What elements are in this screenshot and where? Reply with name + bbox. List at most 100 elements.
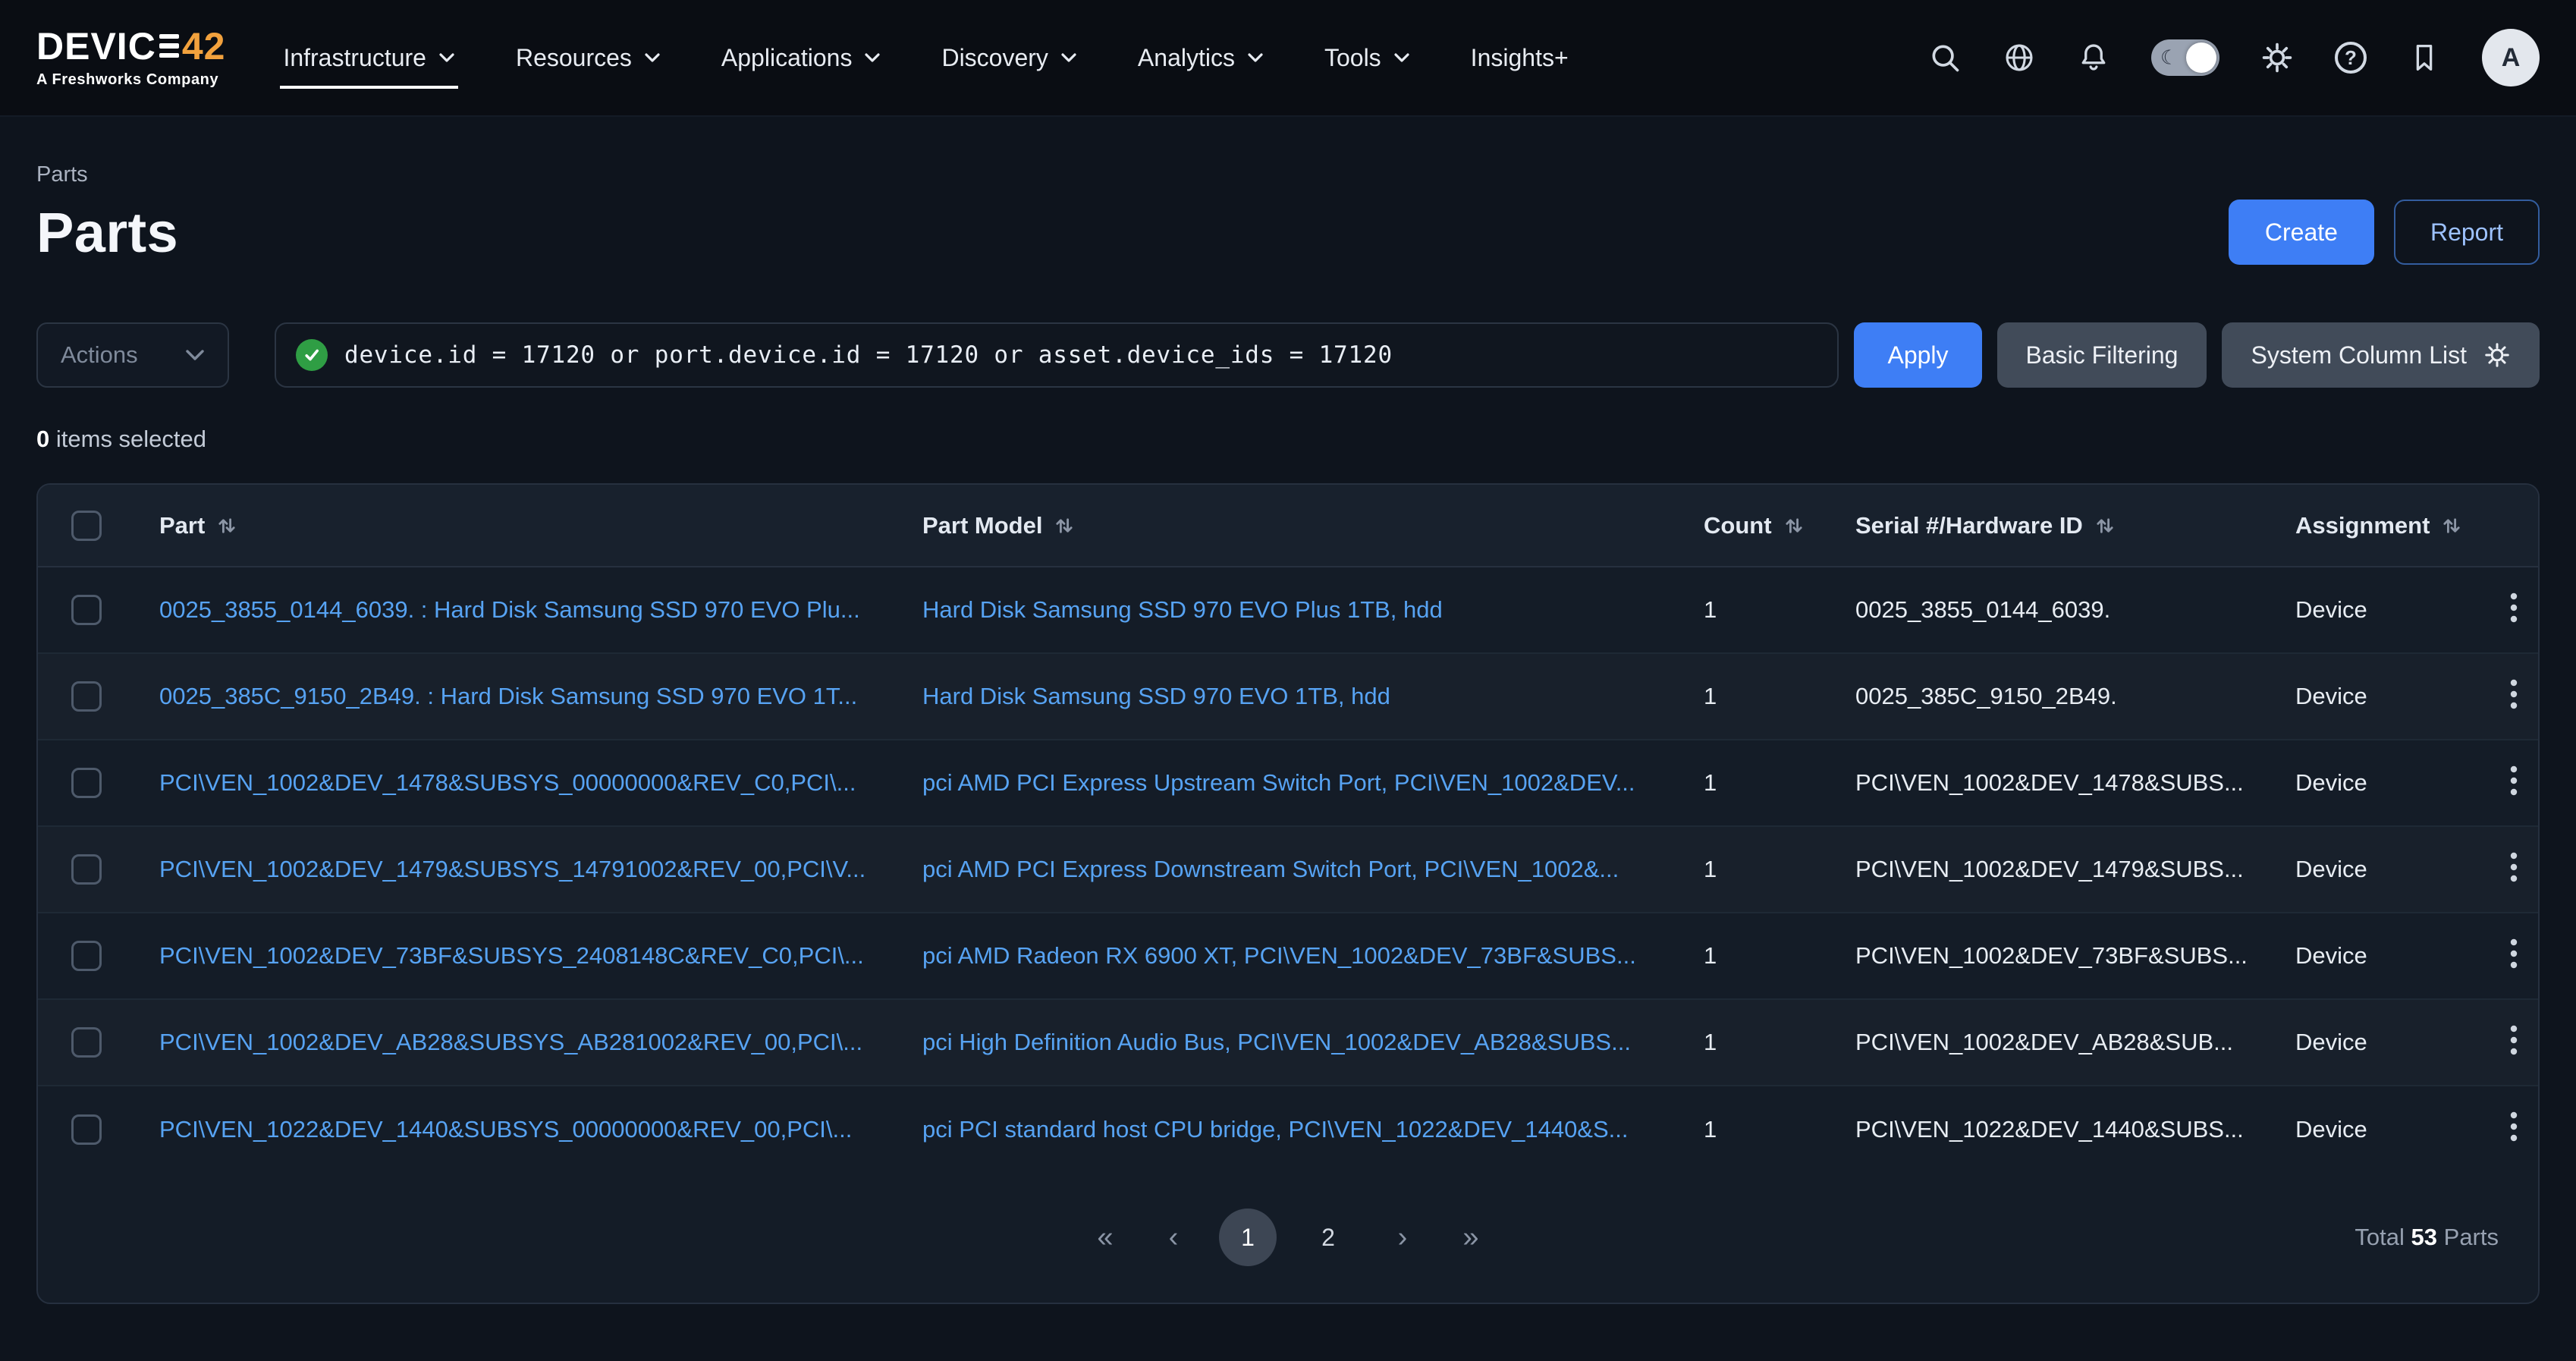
part-link[interactable]: PCI\VEN_1002&DEV_1479&SUBSYS_14791002&RE… (159, 856, 865, 882)
part-link[interactable]: 0025_385C_9150_2B49. : Hard Disk Samsung… (159, 683, 857, 709)
row-checkbox[interactable] (71, 768, 102, 798)
globe-icon (2003, 41, 2036, 74)
report-button[interactable]: Report (2394, 200, 2540, 265)
actions-dropdown[interactable]: Actions (36, 322, 229, 388)
page-title: Parts (36, 200, 178, 265)
row-menu-button[interactable] (2496, 1104, 2531, 1155)
topbar-actions: ☾ ? A (1928, 29, 2540, 86)
table-row: 0025_385C_9150_2B49. : Hard Disk Samsung… (38, 653, 2540, 740)
part-model-link[interactable]: pci AMD Radeon RX 6900 XT, PCI\VEN_1002&… (922, 942, 1636, 969)
chevron-down-icon (1247, 52, 1264, 63)
system-column-list-button[interactable]: System Column List (2222, 322, 2540, 388)
row-checkbox[interactable] (71, 1027, 102, 1058)
kebab-icon (2510, 1025, 2518, 1055)
nav-item-discovery[interactable]: Discovery (938, 27, 1079, 89)
gear-icon (2483, 341, 2511, 369)
part-link[interactable]: PCI\VEN_1002&DEV_AB28&SUBSYS_AB281002&RE… (159, 1029, 862, 1055)
nav-item-insights[interactable]: Insights+ (1468, 27, 1572, 89)
part-count: 1 (1676, 740, 1828, 826)
part-serial: PCI\VEN_1002&DEV_73BF&SUBS... (1828, 913, 2268, 999)
part-serial: PCI\VEN_1022&DEV_1440&SUBS... (1828, 1086, 2268, 1172)
search-icon (1928, 41, 1962, 74)
part-link[interactable]: 0025_3855_0144_6039. : Hard Disk Samsung… (159, 596, 860, 623)
create-button[interactable]: Create (2229, 200, 2374, 265)
row-menu-button[interactable] (2496, 1017, 2531, 1068)
bookmarks-button[interactable] (2408, 41, 2441, 74)
theme-toggle[interactable]: ☾ (2151, 39, 2219, 76)
row-menu-button[interactable] (2496, 931, 2531, 982)
part-link[interactable]: PCI\VEN_1022&DEV_1440&SUBSYS_00000000&RE… (159, 1116, 852, 1143)
filter-query-input[interactable] (344, 341, 1817, 369)
table-header-row: Part Part Model Count Serial #/Hardware … (38, 485, 2540, 567)
sort-icon (1784, 516, 1804, 536)
question-mark-icon: ? (2335, 42, 2367, 74)
select-all-checkbox[interactable] (71, 511, 102, 541)
row-menu-button[interactable] (2496, 758, 2531, 809)
part-assignment: Device (2268, 740, 2496, 826)
part-link[interactable]: PCI\VEN_1002&DEV_73BF&SUBSYS_2408148C&RE… (159, 942, 864, 969)
parts-table-card: Part Part Model Count Serial #/Hardware … (36, 483, 2540, 1304)
settings-button[interactable] (2260, 41, 2294, 74)
nav-item-applications[interactable]: Applications (718, 27, 884, 89)
nav-item-infrastructure[interactable]: Infrastructure (280, 27, 458, 89)
column-header-assignment[interactable]: Assignment (2295, 512, 2461, 539)
parts-table: Part Part Model Count Serial #/Hardware … (38, 485, 2540, 1172)
part-model-link[interactable]: Hard Disk Samsung SSD 970 EVO 1TB, hdd (922, 683, 1390, 709)
row-checkbox[interactable] (71, 1114, 102, 1145)
chevron-down-icon (1393, 52, 1410, 63)
row-menu-button[interactable] (2496, 844, 2531, 895)
row-checkbox[interactable] (71, 854, 102, 885)
part-assignment: Device (2268, 913, 2496, 999)
sort-icon (1054, 516, 1074, 536)
selected-count: 0 (36, 426, 49, 452)
column-header-count[interactable]: Count (1704, 512, 1804, 539)
first-page-button[interactable]: « (1082, 1209, 1128, 1266)
logo-prefix: DEVIC (36, 27, 156, 65)
part-assignment: Device (2268, 567, 2496, 653)
part-model-link[interactable]: Hard Disk Samsung SSD 970 EVO Plus 1TB, … (922, 596, 1443, 623)
column-header-part-model[interactable]: Part Model (922, 512, 1074, 539)
kebab-icon (2510, 852, 2518, 882)
part-count: 1 (1676, 653, 1828, 740)
column-header-serial[interactable]: Serial #/Hardware ID (1855, 512, 2115, 539)
notifications-button[interactable] (2077, 41, 2110, 74)
chevron-down-icon (438, 52, 455, 63)
row-checkbox[interactable] (71, 941, 102, 971)
part-count: 1 (1676, 913, 1828, 999)
part-assignment: Device (2268, 1086, 2496, 1172)
table-row: PCI\VEN_1022&DEV_1440&SUBSYS_00000000&RE… (38, 1086, 2540, 1172)
avatar[interactable]: A (2482, 29, 2540, 86)
selected-label: items selected (56, 426, 206, 452)
basic-filtering-button[interactable]: Basic Filtering (1997, 322, 2207, 388)
sort-icon (2442, 516, 2461, 536)
row-checkbox[interactable] (71, 595, 102, 625)
column-header-part[interactable]: Part (159, 512, 237, 539)
globe-button[interactable] (2003, 41, 2036, 74)
nav-item-analytics[interactable]: Analytics (1135, 27, 1267, 89)
sort-icon (2095, 516, 2115, 536)
nav-item-tools[interactable]: Tools (1321, 27, 1413, 89)
prev-page-button[interactable]: ‹ (1151, 1209, 1196, 1266)
help-button[interactable]: ? (2335, 42, 2367, 74)
row-menu-button[interactable] (2496, 585, 2531, 636)
logo-number: 42 (182, 27, 226, 65)
table-row: PCI\VEN_1002&DEV_1479&SUBSYS_14791002&RE… (38, 826, 2540, 913)
part-model-link[interactable]: pci AMD PCI Express Downstream Switch Po… (922, 856, 1619, 882)
filter-query-box (275, 322, 1839, 388)
device42-logo[interactable]: DEVIC 42 A Freshworks Company (36, 27, 225, 89)
sort-icon (217, 516, 237, 536)
page-button-2[interactable]: 2 (1299, 1209, 1357, 1266)
search-button[interactable] (1928, 41, 1962, 74)
nav-item-resources[interactable]: Resources (513, 27, 664, 89)
last-page-button[interactable]: » (1448, 1209, 1494, 1266)
part-assignment: Device (2268, 999, 2496, 1086)
next-page-button[interactable]: › (1380, 1209, 1425, 1266)
part-model-link[interactable]: pci AMD PCI Express Upstream Switch Port… (922, 769, 1635, 796)
row-menu-button[interactable] (2496, 671, 2531, 722)
page-button-1[interactable]: 1 (1219, 1209, 1277, 1266)
row-checkbox[interactable] (71, 681, 102, 712)
part-model-link[interactable]: pci High Definition Audio Bus, PCI\VEN_1… (922, 1029, 1631, 1055)
apply-button[interactable]: Apply (1854, 322, 1981, 388)
part-model-link[interactable]: pci PCI standard host CPU bridge, PCI\VE… (922, 1116, 1629, 1143)
part-link[interactable]: PCI\VEN_1002&DEV_1478&SUBSYS_00000000&RE… (159, 769, 856, 796)
